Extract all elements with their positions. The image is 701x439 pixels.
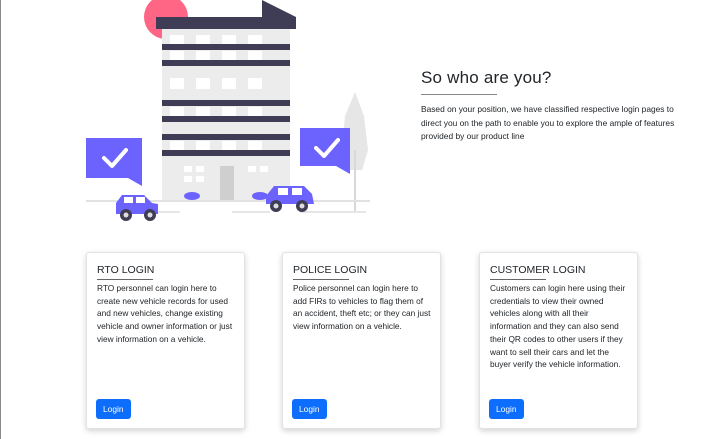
rto-login-button[interactable]: Login	[96, 399, 131, 419]
card-title: POLICE LOGIN	[293, 264, 368, 276]
police-login-card: POLICE LOGIN Police personnel can login …	[282, 252, 441, 429]
card-divider	[97, 279, 153, 280]
car-right-icon	[266, 186, 314, 212]
car-left-icon	[116, 195, 158, 221]
intro-section: So who are you? Based on your position, …	[421, 68, 691, 144]
rto-login-card: RTO LOGIN RTO personnel can login here t…	[86, 252, 245, 429]
card-title: RTO LOGIN	[97, 264, 155, 276]
check-bubble-right-icon	[300, 128, 350, 174]
customer-login-button[interactable]: Login	[489, 399, 524, 419]
police-login-button[interactable]: Login	[292, 399, 327, 419]
card-title: CUSTOMER LOGIN	[490, 264, 586, 276]
card-description: Customers can login here using their cre…	[490, 283, 626, 370]
intro-description: Based on your position, we have classifi…	[421, 104, 675, 141]
card-divider	[293, 279, 349, 280]
intro-title: So who are you?	[421, 68, 552, 87]
card-divider	[490, 279, 546, 280]
customer-login-card: CUSTOMER LOGIN Customers can login here …	[479, 252, 638, 429]
card-description: RTO personnel can login here to create n…	[97, 283, 233, 344]
door-shape	[220, 166, 234, 201]
check-bubble-left-icon	[86, 138, 142, 186]
intro-divider	[421, 94, 497, 95]
card-description: Police personnel can login here to add F…	[293, 283, 431, 332]
